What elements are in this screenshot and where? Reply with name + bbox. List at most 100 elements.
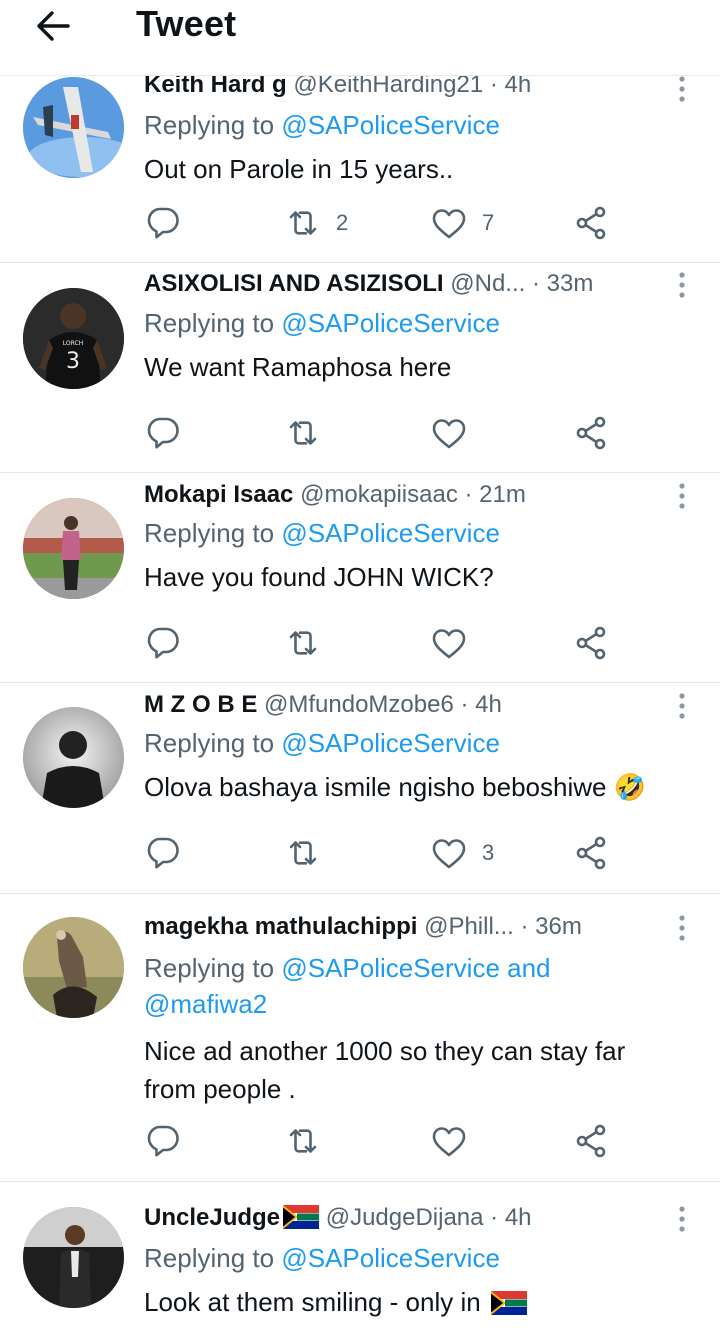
reply-button[interactable] (146, 203, 180, 243)
tweet[interactable]: Keith Hard g @KeithHarding21 · 4h Replyi… (0, 71, 720, 263)
tweet[interactable]: 3 LORCH ASIXOLISI AND ASIZISOLI @Nd... ·… (0, 263, 720, 473)
replying-to-label: Replying to (144, 308, 275, 338)
share-button[interactable] (574, 203, 608, 243)
like-icon (432, 1127, 466, 1157)
avatar[interactable] (23, 707, 124, 808)
tweet-text: We want Ramaphosa here (144, 352, 452, 382)
south-africa-flag-icon (490, 1291, 527, 1315)
reply-button[interactable] (146, 1121, 180, 1161)
like-icon (432, 629, 466, 659)
replying-to-label: Replying to (144, 728, 275, 758)
display-name[interactable]: UncleJudge (144, 1204, 280, 1231)
tweet[interactable]: UncleJudge @JudgeDijana · 4h Replying to… (0, 1182, 720, 1342)
avatar[interactable] (23, 498, 124, 599)
timestamp: · 4h (460, 691, 502, 718)
timestamp: · 4h (490, 1204, 532, 1231)
retweet-button[interactable] (284, 413, 336, 453)
share-icon (576, 1124, 606, 1158)
retweet-button[interactable] (284, 833, 336, 873)
reply-icon (147, 627, 179, 659)
tweet[interactable]: Mokapi Isaac @mokapiisaac · 21m Replying… (0, 473, 720, 683)
replying-to: Replying to @SAPoliceService (144, 305, 704, 341)
avatar[interactable] (23, 77, 124, 178)
share-button[interactable] (574, 833, 608, 873)
reply-icon (147, 417, 179, 449)
replying-to: Replying to @SAPoliceService (144, 725, 704, 761)
reply-icon (147, 207, 179, 239)
tweet-header: magekha mathulachippi @Phill... · 36m (144, 911, 658, 947)
like-button[interactable] (430, 413, 482, 453)
retweet-icon (289, 1129, 317, 1153)
retweet-icon (289, 631, 317, 655)
replying-to: Replying to @SAPoliceService (144, 107, 704, 143)
avatar[interactable] (23, 1207, 124, 1308)
more-icon[interactable] (674, 691, 690, 721)
replying-to: Replying to @SAPoliceService (144, 1240, 704, 1276)
reply-button[interactable] (146, 833, 180, 873)
more-icon[interactable] (674, 913, 690, 943)
replying-to-label: Replying to (144, 953, 275, 983)
user-handle[interactable]: @MfundoMzobe6 (264, 691, 454, 718)
avatar[interactable] (23, 917, 124, 1018)
share-button[interactable] (574, 623, 608, 663)
retweet-icon (289, 211, 317, 235)
like-button[interactable] (430, 1121, 482, 1161)
portrait-avatar (23, 707, 124, 808)
airplane-avatar (23, 77, 124, 178)
tweet-header: Mokapi Isaac @mokapiisaac · 21m (144, 479, 658, 515)
replying-to: Replying to @SAPoliceService (144, 515, 704, 551)
like-count: 7 (482, 210, 495, 235)
svg-text:LORCH: LORCH (63, 340, 83, 347)
reply-button[interactable] (146, 413, 180, 453)
like-button[interactable]: 3 (430, 833, 494, 873)
like-icon (432, 839, 466, 869)
user-handle[interactable]: @JudgeDijana (326, 1204, 484, 1231)
mention-link[interactable]: @SAPoliceService (281, 308, 500, 338)
more-icon[interactable] (674, 270, 690, 300)
retweet-count: 2 (336, 210, 349, 235)
more-icon[interactable] (674, 481, 690, 511)
retweet-button[interactable] (284, 1121, 336, 1161)
display-name[interactable]: ASIXOLISI AND ASIZISOLI (144, 270, 444, 297)
tweet-actions: 2 7 (144, 203, 614, 243)
like-button[interactable]: 7 (430, 203, 494, 243)
top-bar: Tweet (0, 0, 720, 76)
reply-button[interactable] (146, 623, 180, 663)
tweet-header: M Z O B E @MfundoMzobe6 · 4h (144, 689, 658, 725)
more-icon[interactable] (674, 1204, 690, 1234)
display-name[interactable]: Mokapi Isaac (144, 481, 293, 508)
share-button[interactable] (574, 1121, 608, 1161)
mention-link[interactable]: @SAPoliceService (281, 953, 500, 983)
like-button[interactable] (430, 623, 482, 663)
display-name[interactable]: M Z O B E (144, 691, 257, 718)
mention-link[interactable]: @SAPoliceService (281, 728, 500, 758)
tweet-text: Look at them smiling - only in (144, 1287, 481, 1317)
retweet-button[interactable]: 2 (284, 203, 348, 243)
tweet[interactable]: M Z O B E @MfundoMzobe6 · 4h Replying to… (0, 683, 720, 894)
user-handle[interactable]: @Nd... (450, 270, 525, 297)
vulture-avatar (23, 917, 124, 1018)
mention-link[interactable]: @SAPoliceService (281, 110, 500, 140)
mention-link[interactable]: @SAPoliceService (281, 1243, 500, 1273)
retweet-button[interactable] (284, 623, 336, 663)
user-handle[interactable]: @mokapiisaac (300, 481, 458, 508)
tweet-header: UncleJudge @JudgeDijana · 4h (144, 1202, 658, 1238)
user-handle[interactable]: @Phill... (424, 913, 514, 940)
back-arrow-icon (37, 11, 70, 41)
tweet-text: Olova bashaya ismile ngisho beboshiwe 🤣 (144, 772, 647, 802)
mention-link-extra[interactable]: @mafiwa2 (144, 989, 267, 1019)
replying-to-label: Replying to (144, 110, 275, 140)
person-standing-avatar (23, 498, 124, 599)
more-icon[interactable] (674, 74, 690, 104)
share-icon (576, 206, 606, 240)
display-name[interactable]: magekha mathulachippi (144, 913, 417, 940)
tweet[interactable]: magekha mathulachippi @Phill... · 36m Re… (0, 894, 720, 1182)
avatar[interactable]: 3 LORCH (23, 288, 124, 389)
share-button[interactable] (574, 413, 608, 453)
reply-icon (147, 837, 179, 869)
like-icon (432, 419, 466, 449)
back-button[interactable] (34, 6, 74, 46)
mention-link[interactable]: @SAPoliceService (281, 518, 500, 548)
like-count: 3 (482, 840, 495, 865)
tweet-text: Nice ad another 1000 so they can stay fa… (144, 1036, 626, 1104)
